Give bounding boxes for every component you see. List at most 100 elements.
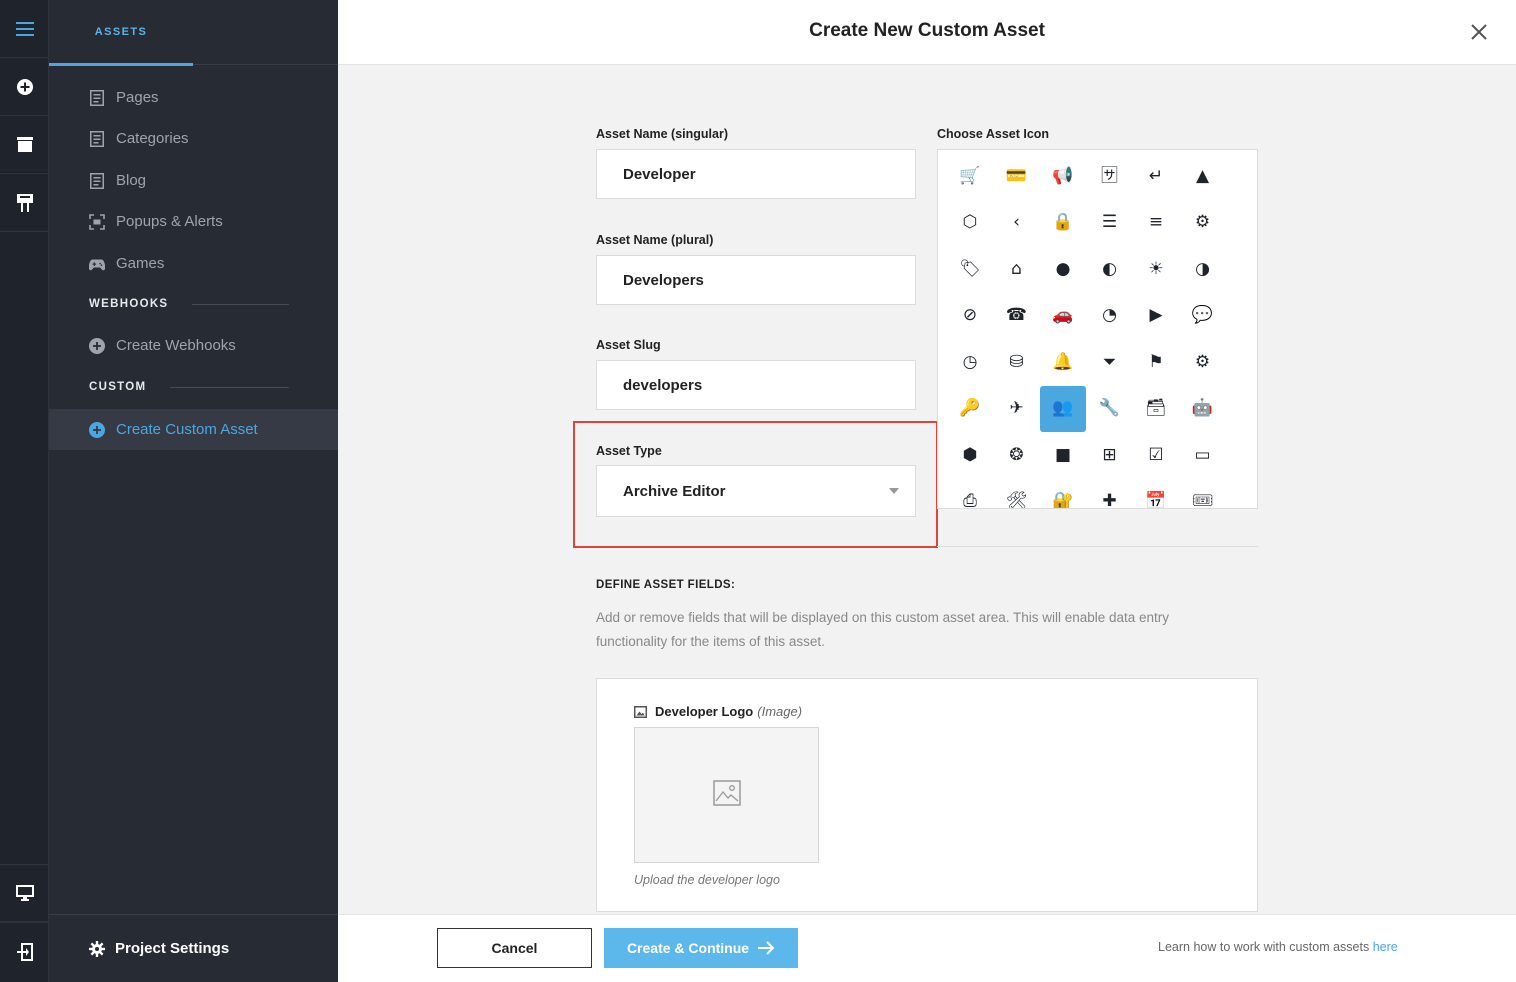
tools-icon[interactable]: 🛠 xyxy=(994,479,1040,509)
arrow-right-icon xyxy=(757,941,775,955)
sidebar-item-blog[interactable]: Blog xyxy=(49,160,338,201)
tag-icon[interactable]: 🏷 xyxy=(947,246,993,292)
ticket-icon[interactable]: 🎟 xyxy=(1180,479,1226,509)
half-circle-icon[interactable]: ◑ xyxy=(1180,246,1226,292)
check-box-glyph: ☑ xyxy=(1148,444,1164,465)
android-icon[interactable]: 🤖 xyxy=(1180,386,1226,432)
tree-icon[interactable]: ☰ xyxy=(1087,200,1133,246)
singular-name-input[interactable] xyxy=(596,149,916,199)
sidebar-tabbar: ASSETS xyxy=(49,0,338,66)
wrench-icon[interactable]: 🔧 xyxy=(1087,386,1133,432)
html5-icon[interactable]: ⬡ xyxy=(947,200,993,246)
inbox-icon[interactable]: ▭ xyxy=(1180,432,1226,478)
exit-icon[interactable] xyxy=(0,922,49,980)
sidebar-item-categories[interactable]: Categories xyxy=(49,118,338,159)
singular-label: Asset Name (singular) xyxy=(596,127,728,141)
flag-icon[interactable]: ⚑ xyxy=(1133,339,1179,385)
half-circle-glyph: ◑ xyxy=(1195,258,1210,279)
home-icon[interactable]: ⌂ xyxy=(994,246,1040,292)
megaphone-icon[interactable]: 📢 xyxy=(1040,153,1086,199)
window-icon[interactable] xyxy=(0,116,49,174)
help-link[interactable]: here xyxy=(1373,940,1398,954)
sun-icon[interactable]: ☀ xyxy=(1133,246,1179,292)
paper-plane-icon[interactable]: ✈ xyxy=(994,386,1040,432)
gear-glyph: ⚙ xyxy=(1194,351,1211,372)
filter-icon[interactable]: ⏷ xyxy=(1087,339,1133,385)
desktop-icon[interactable] xyxy=(0,864,49,922)
asset-field-card: Developer Logo (Image) Upload the develo… xyxy=(596,678,1258,912)
sidebar-item-games[interactable]: Games xyxy=(49,243,338,284)
apps-icon[interactable]: ⊞ xyxy=(1087,432,1133,478)
sidebar-item-pages[interactable]: Pages xyxy=(49,77,338,118)
cart-icon[interactable]: 🛒 xyxy=(947,153,993,199)
apple-icon[interactable]: ■ xyxy=(1040,432,1086,478)
credit-card-icon[interactable]: 💳 xyxy=(994,153,1040,199)
sidebar-item-create-webhooks[interactable]: Create Webhooks xyxy=(49,325,338,366)
block-icon[interactable]: ⊘ xyxy=(947,293,993,339)
sign-icon[interactable] xyxy=(0,174,49,232)
translate-glyph: 🈂 xyxy=(1101,165,1118,186)
phone-icon[interactable]: ☎ xyxy=(994,293,1040,339)
aperture-icon[interactable]: ❂ xyxy=(994,432,1040,478)
cube-icon[interactable]: ⬢ xyxy=(947,432,993,478)
play-circle-glyph: ▶ xyxy=(1149,305,1163,325)
gauge-icon[interactable]: ◷ xyxy=(947,339,993,385)
inbox-glyph: ▭ xyxy=(1194,444,1211,465)
play-circle-icon[interactable]: ▶ xyxy=(1133,293,1179,339)
warning-icon[interactable]: ▲ xyxy=(1180,153,1226,199)
chevron-left-glyph: ‹ xyxy=(1013,212,1020,232)
gear-icon[interactable]: ⚙ xyxy=(1180,339,1226,385)
calendar-icon[interactable]: 📅 xyxy=(1133,479,1179,509)
document-icon xyxy=(89,172,105,189)
cancel-button[interactable]: Cancel xyxy=(437,928,592,968)
plural-label: Asset Name (plural) xyxy=(596,233,714,247)
sidebar: ASSETS Pages Categories Blog Popups & Al… xyxy=(49,0,338,982)
lock-box-icon[interactable]: 🔐 xyxy=(1040,479,1086,509)
slug-input[interactable] xyxy=(596,360,916,410)
project-settings-label: Project Settings xyxy=(115,940,230,957)
define-fields-description: Add or remove fields that will be displa… xyxy=(596,610,1170,649)
printer-icon[interactable]: ⎙ xyxy=(947,479,993,509)
pie-chart-glyph: ◔ xyxy=(1102,305,1117,325)
wrench-glyph: 🔧 xyxy=(1098,398,1121,418)
close-icon[interactable] xyxy=(1468,21,1490,43)
archive-icon[interactable]: 🗃 xyxy=(1133,386,1179,432)
medical-box-icon[interactable]: ✚ xyxy=(1087,479,1133,509)
return-arrow-icon[interactable]: ↵ xyxy=(1133,153,1179,199)
menu-icon[interactable] xyxy=(0,0,49,58)
car-icon[interactable]: 🚗 xyxy=(1040,293,1086,339)
circles-icon[interactable]: ● xyxy=(1040,246,1086,292)
contrast-icon[interactable]: ◐ xyxy=(1087,246,1133,292)
html5-glyph: ⬡ xyxy=(962,212,978,232)
check-box-icon[interactable]: ☑ xyxy=(1133,432,1179,478)
printer-glyph: ⎙ xyxy=(963,491,977,509)
pie-chart-icon[interactable]: ◔ xyxy=(1087,293,1133,339)
chevron-left-icon[interactable]: ‹ xyxy=(994,200,1040,246)
key-icon[interactable]: 🔑 xyxy=(947,386,993,432)
define-fields-heading: DEFINE ASSET FIELDS: xyxy=(596,579,736,591)
create-continue-button[interactable]: Create & Continue xyxy=(604,928,798,968)
sidebar-item-popups-alerts[interactable]: Popups & Alerts xyxy=(49,201,338,242)
asset-type-select[interactable]: Archive Editor xyxy=(596,465,916,517)
database-icon[interactable]: ⛁ xyxy=(994,339,1040,385)
divider xyxy=(170,386,289,388)
list-icon[interactable]: ≡ xyxy=(1133,200,1179,246)
translate-icon[interactable]: 🈂 xyxy=(1087,153,1133,199)
sidebar-item-create-custom-asset[interactable]: Create Custom Asset xyxy=(49,409,338,450)
users-icon[interactable]: 👥 xyxy=(1040,385,1086,432)
sidebar-item-label: Categories xyxy=(116,130,189,147)
image-placeholder-icon xyxy=(712,779,741,811)
file-settings-icon[interactable]: ⚙ xyxy=(1180,200,1226,246)
lock-icon[interactable]: 🔒 xyxy=(1040,200,1086,246)
field-hint: Upload the developer logo xyxy=(634,873,780,887)
add-circle-icon[interactable] xyxy=(0,58,49,116)
plural-name-input[interactable] xyxy=(596,255,916,305)
tab-assets[interactable]: ASSETS xyxy=(49,0,193,66)
project-settings-button[interactable]: Project Settings xyxy=(49,914,338,982)
chat-icon[interactable]: 💬 xyxy=(1180,293,1226,339)
bell-icon[interactable]: 🔔 xyxy=(1040,339,1086,385)
tag-glyph: 🏷 xyxy=(959,258,981,279)
apps-glyph: ⊞ xyxy=(1102,444,1117,465)
image-upload-dropzone[interactable] xyxy=(634,727,819,863)
sidebar-item-label: Create Custom Asset xyxy=(116,421,258,438)
